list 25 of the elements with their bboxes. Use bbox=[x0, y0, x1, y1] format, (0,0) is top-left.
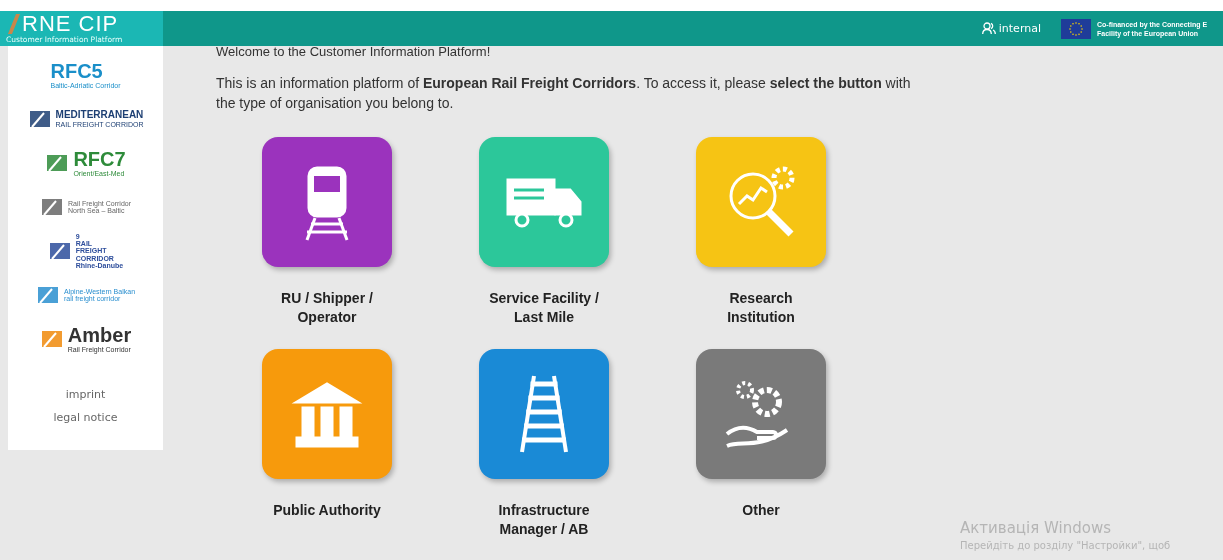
logo-text: RFC7 bbox=[73, 148, 126, 170]
users-icon bbox=[981, 22, 996, 35]
intro-paragraph: This is an information platform of European Rail Freight Corridors. To access it, please select the button with the type of organisation you belong to. bbox=[216, 74, 912, 113]
logo-text: Amber bbox=[67, 324, 132, 346]
organisation-label[interactable]: Public Authority bbox=[262, 501, 392, 520]
organisation-label[interactable]: Service Facility / Last Mile bbox=[479, 289, 609, 327]
logo-text: RFC5 bbox=[50, 60, 104, 82]
footer-link[interactable]: legal notice bbox=[53, 411, 118, 424]
organisation-tile-button[interactable] bbox=[479, 137, 609, 267]
organisation-tile-button[interactable] bbox=[696, 137, 826, 267]
logo-title: RNE CIP bbox=[22, 13, 119, 35]
eu-flag-icon bbox=[1061, 18, 1091, 39]
organisation-tile-button[interactable] bbox=[696, 349, 826, 479]
organisation-tile-button[interactable] bbox=[262, 349, 392, 479]
organisation-label[interactable]: RU / Shipper / Operator bbox=[262, 289, 392, 327]
organisation-label[interactable]: Research Institution bbox=[696, 289, 826, 327]
logo-text: MEDITERRANEAN bbox=[55, 110, 144, 121]
footer-link[interactable]: imprint bbox=[65, 388, 106, 401]
user-link[interactable]: internal bbox=[981, 22, 1041, 35]
logo-mark-icon bbox=[6, 14, 20, 34]
organisation-tile-button[interactable] bbox=[479, 349, 609, 479]
welcome-heading: Welcome to the Customer Information Platform! bbox=[216, 44, 492, 59]
organisation-tile-button[interactable] bbox=[262, 137, 392, 267]
organisation-label[interactable]: Other bbox=[696, 501, 826, 520]
organisation-label[interactable]: Infrastructure Manager / AB bbox=[479, 501, 609, 539]
